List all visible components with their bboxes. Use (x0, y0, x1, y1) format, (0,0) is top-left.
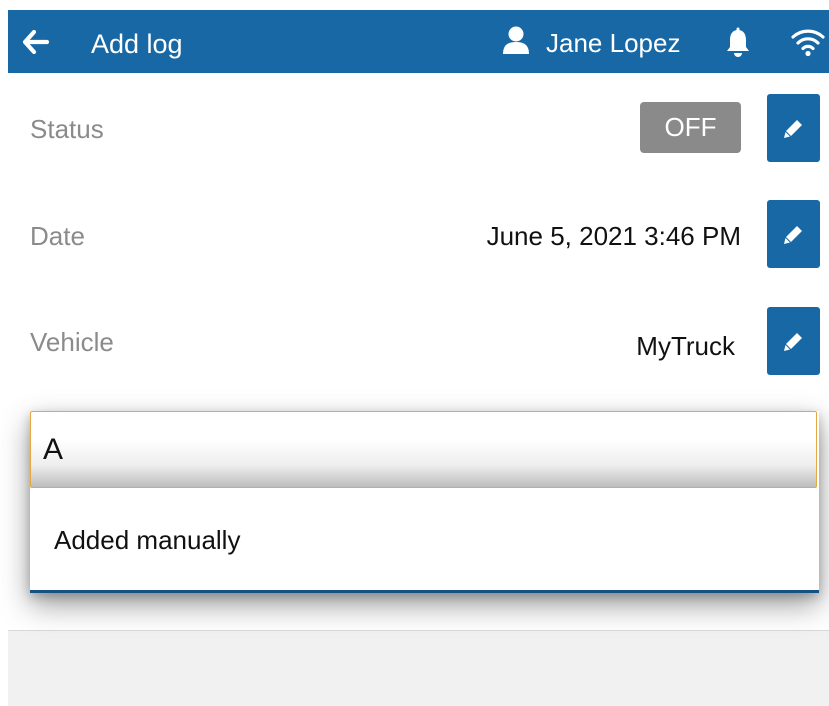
vehicle-label: Vehicle (30, 327, 114, 357)
date-label: Date (30, 221, 85, 251)
top-app-bar: Add log Jane Lopez (8, 10, 829, 73)
date-value: June 5, 2021 3:46 PM (486, 221, 741, 251)
suggestion-item[interactable]: Added manually (54, 525, 240, 555)
page-title: Add log (91, 29, 183, 59)
status-label: Status (30, 114, 104, 144)
pencil-icon (784, 333, 802, 351)
lower-panel (8, 630, 829, 706)
annotation-autocomplete: Added manually (30, 411, 819, 593)
annotation-input[interactable] (30, 411, 817, 488)
user-icon (503, 26, 529, 54)
status-badge[interactable]: OFF (640, 102, 741, 153)
suggestion-list: Added manually (30, 490, 819, 593)
pencil-icon (784, 120, 802, 138)
pencil-icon (784, 226, 802, 244)
vehicle-value: MyTruck (636, 331, 735, 361)
arrow-left-icon[interactable] (23, 30, 49, 54)
wifi-icon (791, 29, 825, 57)
user-name[interactable]: Jane Lopez (546, 28, 680, 58)
edit-date-button[interactable] (767, 200, 820, 268)
bell-icon[interactable] (725, 27, 751, 58)
edit-vehicle-button[interactable] (767, 307, 820, 375)
edit-status-button[interactable] (767, 94, 820, 162)
